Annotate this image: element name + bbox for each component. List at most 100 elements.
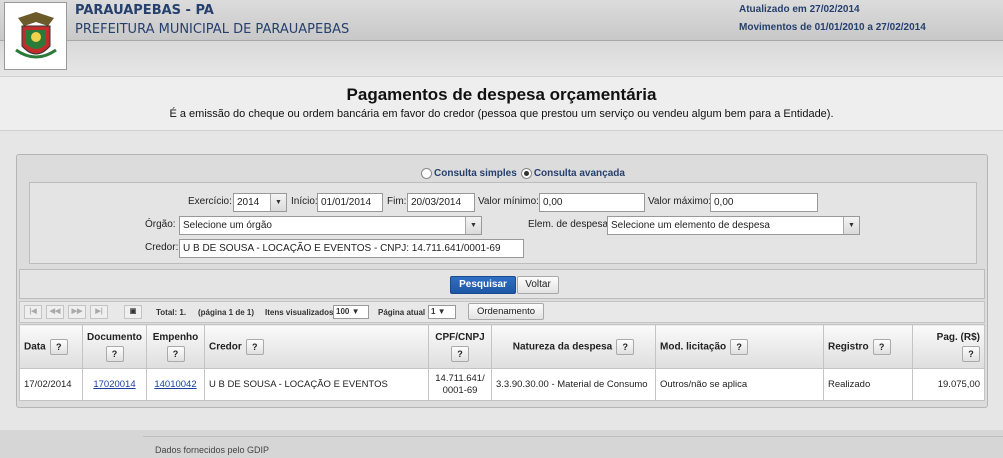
radio-simple-label[interactable]: Consulta simples bbox=[434, 168, 517, 179]
footer-divider bbox=[143, 436, 1003, 458]
col-empenho-label: Empenho bbox=[152, 331, 199, 343]
entity-name: PREFEITURA MUNICIPAL DE PARAUAPEBAS bbox=[75, 22, 350, 37]
col-cnpj: CPF/CNPJ? bbox=[428, 324, 492, 369]
valor-min-label: Valor mínimo: bbox=[478, 196, 539, 207]
search-button[interactable]: Pesquisar bbox=[450, 276, 516, 294]
page-title: Pagamentos de despesa orçamentária bbox=[346, 85, 657, 104]
cell-data: 17/02/2014 bbox=[19, 368, 83, 401]
pager-total: Total: 1. bbox=[156, 308, 187, 317]
coat-of-arms-icon bbox=[4, 2, 67, 70]
cell-pagamento: 19.075,00 bbox=[912, 368, 985, 401]
back-button[interactable]: Voltar bbox=[517, 276, 559, 294]
col-documento: Documento? bbox=[82, 324, 147, 369]
help-button[interactable]: ? bbox=[49, 338, 68, 355]
page-subtitle: É a emissão do cheque ou ordem bancária … bbox=[169, 108, 834, 120]
help-button[interactable]: ? bbox=[451, 345, 469, 362]
filters-box: Exercício: 2014 ▼ Início: 01/01/2014 Fim… bbox=[29, 182, 977, 264]
pager-bar: |◀ ◀◀ ▶▶ ▶| ▣ Total: 1. (página 1 de 1) … bbox=[19, 301, 985, 323]
col-pagamento-label: Pag. (R$) bbox=[936, 331, 980, 343]
last-page-icon[interactable]: ▶| bbox=[90, 305, 108, 319]
help-button[interactable]: ? bbox=[166, 345, 185, 362]
chevron-down-icon: ▼ bbox=[465, 217, 481, 234]
order-button[interactable]: Ordenamento bbox=[468, 303, 544, 320]
col-empenho: Empenho? bbox=[146, 324, 205, 369]
inicio-label: Início: bbox=[291, 196, 318, 207]
current-page-value: 1 bbox=[431, 307, 436, 316]
documento-link[interactable]: 17020014 bbox=[93, 379, 135, 390]
table-row: 17/02/2014 17020014 14010042 U B DE SOUS… bbox=[19, 368, 985, 401]
pager-page-info: (página 1 de 1) bbox=[198, 308, 255, 317]
movements-period: Movimentos de 01/01/2010 a 27/02/2014 bbox=[739, 22, 926, 33]
items-label: Itens visualizados bbox=[265, 308, 334, 317]
city-name: PARAUAPEBAS - PA bbox=[75, 3, 214, 18]
exercicio-select[interactable]: 2014 ▼ bbox=[233, 193, 287, 212]
items-select[interactable]: 100 ▼ bbox=[333, 305, 369, 319]
current-page-label: Página atual bbox=[378, 308, 426, 317]
current-page-select[interactable]: 1 ▼ bbox=[428, 305, 456, 319]
chevron-down-icon: ▼ bbox=[843, 217, 859, 234]
exercicio-label: Exercício: bbox=[188, 196, 232, 207]
orgao-label: Órgão: bbox=[145, 219, 176, 230]
col-data: Data? bbox=[19, 324, 83, 369]
cell-registro: Realizado bbox=[823, 368, 913, 401]
cell-modalidade: Outros/não se aplica bbox=[655, 368, 824, 401]
radio-simple[interactable] bbox=[421, 168, 432, 179]
col-pagamento: Pag. (R$)? bbox=[912, 324, 985, 369]
valor-max-field[interactable]: 0,00 bbox=[710, 193, 818, 212]
valor-min-field[interactable]: 0,00 bbox=[539, 193, 645, 212]
col-credor-label: Credor bbox=[209, 341, 242, 353]
exercicio-value: 2014 bbox=[237, 197, 260, 208]
help-button[interactable]: ? bbox=[105, 345, 124, 362]
help-button[interactable]: ? bbox=[245, 338, 264, 355]
col-cnpj-label: CPF/CNPJ bbox=[435, 331, 485, 343]
consult-mode: Consulta simples Consulta avançada bbox=[421, 168, 625, 179]
help-button[interactable]: ? bbox=[730, 338, 749, 355]
next-page-icon[interactable]: ▶▶ bbox=[68, 305, 86, 319]
elem-select[interactable]: Selecione um elemento de despesa ▼ bbox=[607, 216, 860, 235]
table-header-row: Data? Documento? Empenho? Credor? CPF/CN… bbox=[19, 324, 985, 369]
query-panel: Consulta simples Consulta avançada Exerc… bbox=[16, 154, 988, 408]
credor-field[interactable]: U B DE SOUSA - LOCAÇÃO E EVENTOS - CNPJ:… bbox=[179, 239, 524, 258]
valor-max-label: Valor máximo: bbox=[648, 196, 712, 207]
footer-text: Dados fornecidos pelo GDIP bbox=[155, 445, 270, 455]
fim-field[interactable]: 20/03/2014 bbox=[407, 193, 475, 212]
footer: Dados fornecidos pelo GDIP bbox=[0, 430, 1003, 458]
col-credor: Credor? bbox=[204, 324, 429, 369]
col-natureza: Natureza da despesa? bbox=[491, 324, 656, 369]
help-button[interactable]: ? bbox=[872, 338, 891, 355]
prev-page-icon[interactable]: ◀◀ bbox=[46, 305, 64, 319]
cell-cnpj: 14.711.641/0001-69 bbox=[428, 368, 492, 401]
cell-documento: 17020014 bbox=[82, 368, 147, 401]
title-section: Pagamentos de despesa orçamentária É a e… bbox=[0, 76, 1003, 131]
credor-label: Credor: bbox=[145, 242, 179, 253]
cnpj-line-2: 0001-69 bbox=[442, 384, 478, 396]
fim-label: Fim: bbox=[387, 196, 407, 207]
updated-date: Atualizado em 27/02/2014 bbox=[739, 4, 860, 15]
col-natureza-label: Natureza da despesa bbox=[512, 341, 613, 353]
cell-natureza: 3.3.90.30.00 - Material de Consumo bbox=[491, 368, 656, 401]
inicio-field[interactable]: 01/01/2014 bbox=[317, 193, 383, 212]
col-modalidade: Mod. licitação? bbox=[655, 324, 824, 369]
first-page-icon[interactable]: |◀ bbox=[24, 305, 42, 319]
col-registro-label: Registro bbox=[828, 341, 869, 353]
radio-advanced-label[interactable]: Consulta avançada bbox=[534, 168, 625, 179]
orgao-select[interactable]: Selecione um órgão ▼ bbox=[179, 216, 482, 235]
empenho-link[interactable]: 14010042 bbox=[154, 379, 196, 390]
col-data-label: Data bbox=[24, 341, 46, 353]
orgao-value: Selecione um órgão bbox=[183, 220, 272, 231]
chevron-down-icon: ▼ bbox=[270, 194, 286, 211]
print-icon[interactable]: ▣ bbox=[124, 305, 142, 319]
radio-advanced[interactable] bbox=[520, 168, 532, 179]
items-value: 100 bbox=[336, 307, 350, 316]
payments-table: Data? Documento? Empenho? Credor? CPF/CN… bbox=[19, 324, 985, 401]
col-modalidade-label: Mod. licitação bbox=[660, 341, 727, 353]
cell-credor: U B DE SOUSA - LOCAÇÃO E EVENTOS bbox=[204, 368, 429, 401]
cell-empenho: 14010042 bbox=[146, 368, 205, 401]
col-registro: Registro? bbox=[823, 324, 913, 369]
cnpj-line-1: 14.711.641/ bbox=[435, 372, 485, 384]
action-bar: Pesquisar Voltar bbox=[19, 269, 985, 299]
col-documento-label: Documento bbox=[87, 331, 142, 343]
help-button[interactable]: ? bbox=[962, 345, 980, 362]
elem-label: Elem. de despesa: bbox=[528, 219, 611, 230]
help-button[interactable]: ? bbox=[616, 338, 635, 355]
